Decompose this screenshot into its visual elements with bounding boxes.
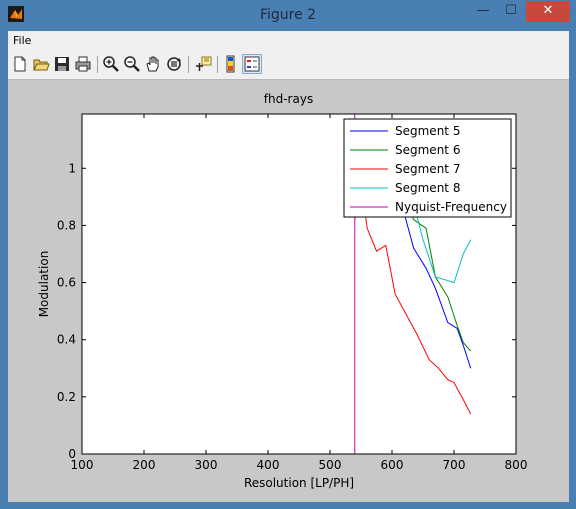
x-tick-label: 200 xyxy=(133,458,156,472)
legend-label-segment-5: Segment 5 xyxy=(395,124,460,138)
legend-label-segment-6: Segment 6 xyxy=(395,143,460,157)
y-tick-label: 0.8 xyxy=(57,218,76,232)
minimize-button[interactable]: — xyxy=(470,1,496,22)
y-tick-label: 0 xyxy=(68,447,76,461)
legend-label-nyquist: Nyquist-Frequency xyxy=(395,200,507,214)
legend[interactable]: Segment 5 Segment 6 Segment 7 Segment 8 … xyxy=(343,118,512,218)
x-tick-label: 400 xyxy=(257,458,280,472)
y-axis-label: Modulation xyxy=(37,251,51,318)
maximize-button[interactable]: ☐ xyxy=(498,1,524,22)
figure-window: Figure 2 — ☐ ✕ File fhd-rays 100 200 300… xyxy=(0,0,576,509)
x-tick-label: 300 xyxy=(195,458,218,472)
x-tick-label: 700 xyxy=(443,458,466,472)
y-tick-label: 1 xyxy=(68,161,76,175)
x-tick-label: 800 xyxy=(505,458,528,472)
chart[interactable]: 100 200 300 400 500 600 700 80000.20.40.60.81 S… xyxy=(8,31,569,502)
y-tick-label: 0.6 xyxy=(57,276,76,290)
x-tick-label: 500 xyxy=(319,458,342,472)
figure-client-area: File fhd-rays 100 200 300 400 500 600 70… xyxy=(8,31,569,502)
y-tick-label: 0.2 xyxy=(57,390,76,404)
title-bar[interactable]: Figure 2 — ☐ ✕ xyxy=(0,0,576,31)
legend-label-segment-7: Segment 7 xyxy=(395,162,460,176)
close-button[interactable]: ✕ xyxy=(526,1,570,22)
legend-label-segment-8: Segment 8 xyxy=(395,181,460,195)
x-axis-label: Resolution [LP/PH] xyxy=(244,476,354,490)
y-tick-label: 0.4 xyxy=(57,333,76,347)
x-tick-label: 600 xyxy=(381,458,404,472)
